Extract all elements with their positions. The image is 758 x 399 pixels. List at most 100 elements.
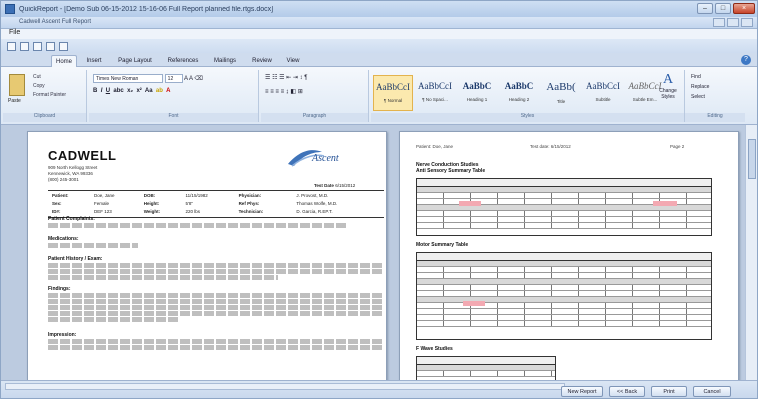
shrink-font-icon[interactable]: A xyxy=(189,76,193,82)
undo-icon[interactable] xyxy=(20,41,29,51)
tab-insert[interactable]: Insert xyxy=(81,55,107,67)
save-icon[interactable] xyxy=(7,41,16,51)
style-name: ¶ No Spaci... xyxy=(422,97,448,102)
table-header xyxy=(417,253,711,261)
print-button[interactable]: Print xyxy=(651,386,687,397)
tab-view[interactable]: View xyxy=(281,55,305,67)
paste-button[interactable]: Paste xyxy=(8,98,21,104)
font-color-icon[interactable]: A xyxy=(166,88,170,94)
style-no-spacing[interactable]: AaBbCcI ¶ No Spaci... xyxy=(415,75,455,111)
help-icon[interactable]: ? xyxy=(741,55,751,65)
section-heading: Patient History / Exam: xyxy=(48,256,103,262)
patient-key: ID#: xyxy=(52,209,61,214)
print-icon[interactable] xyxy=(46,41,55,51)
motor-summary-table xyxy=(416,252,712,340)
patient-value: Doe, Jane xyxy=(93,193,115,198)
redo-icon[interactable] xyxy=(33,41,42,51)
back-button[interactable]: << Back xyxy=(609,386,645,397)
numbering-icon[interactable]: ☷ xyxy=(272,75,277,81)
highlight-icon[interactable]: ab xyxy=(156,88,163,94)
tab-mailings[interactable]: Mailings xyxy=(207,55,243,67)
tab-page-layout[interactable]: Page Layout xyxy=(111,55,159,67)
test-date-value: 6/15/2012 xyxy=(335,183,356,188)
increase-indent-icon[interactable]: ⇥ xyxy=(293,75,298,81)
minimize-button[interactable]: – xyxy=(697,3,713,14)
borders-icon[interactable]: ⊞ xyxy=(298,89,303,95)
style-sample: AaBbC xyxy=(462,81,492,91)
align-right-icon[interactable]: ≡ xyxy=(275,89,279,95)
doc-minimize-button[interactable] xyxy=(713,18,725,27)
format-painter-button[interactable]: Format Painter xyxy=(33,92,66,98)
paste-icon[interactable] xyxy=(9,74,25,96)
underline-icon[interactable]: U xyxy=(106,88,110,94)
patient-value: 11/15/1982 xyxy=(185,193,208,198)
italic-icon[interactable]: I xyxy=(101,88,103,94)
patient-key: DOB: xyxy=(143,193,156,198)
shading-icon[interactable]: ◧ xyxy=(290,89,296,95)
patient-key: Physician: xyxy=(238,193,262,198)
customize-toolbar-icon[interactable] xyxy=(59,41,68,51)
font-size-select[interactable]: 12 xyxy=(164,74,183,83)
patient-value: Female xyxy=(93,201,109,206)
decrease-indent-icon[interactable]: ⇤ xyxy=(286,75,291,81)
patient-key: Patient: xyxy=(52,193,69,198)
cut-button[interactable]: Cut xyxy=(33,74,41,80)
ascent-product-name: Ascent xyxy=(312,153,339,164)
change-styles-button[interactable]: A Change Styles xyxy=(655,72,681,110)
pilcrow-icon[interactable]: ¶ xyxy=(304,75,307,81)
maximize-button[interactable]: □ xyxy=(715,3,731,14)
style-heading-1[interactable]: AaBbC Heading 1 xyxy=(457,75,497,111)
paragraph-text xyxy=(48,263,384,281)
align-center-icon[interactable]: ≡ xyxy=(270,89,274,95)
action-bar: New Report << Back Print Cancel xyxy=(1,380,757,398)
horizontal-scrollbar[interactable] xyxy=(5,383,565,390)
cancel-button[interactable]: Cancel xyxy=(693,386,731,397)
vertical-scrollbar[interactable] xyxy=(745,125,757,380)
replace-button[interactable]: Replace xyxy=(691,84,709,90)
tab-review[interactable]: Review xyxy=(247,55,277,67)
copy-button[interactable]: Copy xyxy=(33,83,45,89)
doc-maximize-button[interactable] xyxy=(727,18,739,27)
close-button[interactable]: × xyxy=(733,3,755,14)
new-report-button[interactable]: New Report xyxy=(561,386,603,397)
patient-value: 220 lbs xyxy=(185,209,201,214)
tab-home[interactable]: Home xyxy=(51,55,77,67)
grow-font-icon[interactable]: A xyxy=(184,76,188,82)
style-heading-2[interactable]: AaBbC Heading 2 xyxy=(499,75,539,111)
clear-format-icon[interactable]: ⌫ xyxy=(194,76,202,82)
select-button[interactable]: Select xyxy=(691,94,705,100)
bullets-icon[interactable]: ☰ xyxy=(265,75,270,81)
scrollbar-thumb[interactable] xyxy=(748,139,756,179)
tab-references[interactable]: References xyxy=(161,55,205,67)
align-left-icon[interactable]: ≡ xyxy=(265,89,269,95)
test-date: Test Date 6/15/2012 xyxy=(314,183,355,188)
table-row: ID#: DEF 123 Weight: 220 lbs Technician:… xyxy=(50,209,382,215)
window-controls: – □ × xyxy=(697,3,755,14)
section-heading: Impression: xyxy=(48,332,77,338)
style-title[interactable]: AaBb( Title xyxy=(541,75,581,111)
multilevel-list-icon[interactable]: ☰ xyxy=(279,75,284,81)
file-menu[interactable]: File xyxy=(9,29,20,36)
app-window: QuickReport - [Demo Sub 06-15-2012 15-16… xyxy=(0,0,758,399)
style-normal[interactable]: AaBbCcI ¶ Normal xyxy=(373,75,413,111)
quick-access-toolbar xyxy=(1,39,757,53)
subscript-icon[interactable]: x₂ xyxy=(127,88,133,94)
style-name: ¶ Normal xyxy=(383,98,403,103)
font-label: Font xyxy=(89,113,258,122)
title-bar: QuickReport - [Demo Sub 06-15-2012 15-16… xyxy=(1,1,757,17)
abnormal-value-highlight xyxy=(459,201,481,206)
strikethrough-icon[interactable]: abc xyxy=(113,88,123,94)
font-name-select[interactable]: Times New Roman xyxy=(93,74,163,83)
style-sample: AaBbCcI xyxy=(376,82,410,92)
doc-close-button[interactable] xyxy=(741,18,753,27)
change-case-icon[interactable]: Aa xyxy=(145,88,153,94)
find-button[interactable]: Find xyxy=(691,74,701,80)
app-icon xyxy=(5,4,15,14)
patient-key: Technician: xyxy=(238,209,264,214)
justify-icon[interactable]: ≡ xyxy=(281,89,285,95)
bold-icon[interactable]: B xyxy=(93,88,97,94)
superscript-icon[interactable]: x² xyxy=(136,88,141,94)
sort-icon[interactable]: ↕ xyxy=(300,75,303,81)
style-subtitle[interactable]: AaBbCcI Subtitle xyxy=(583,75,623,111)
line-spacing-icon[interactable]: ↨ xyxy=(286,89,289,95)
